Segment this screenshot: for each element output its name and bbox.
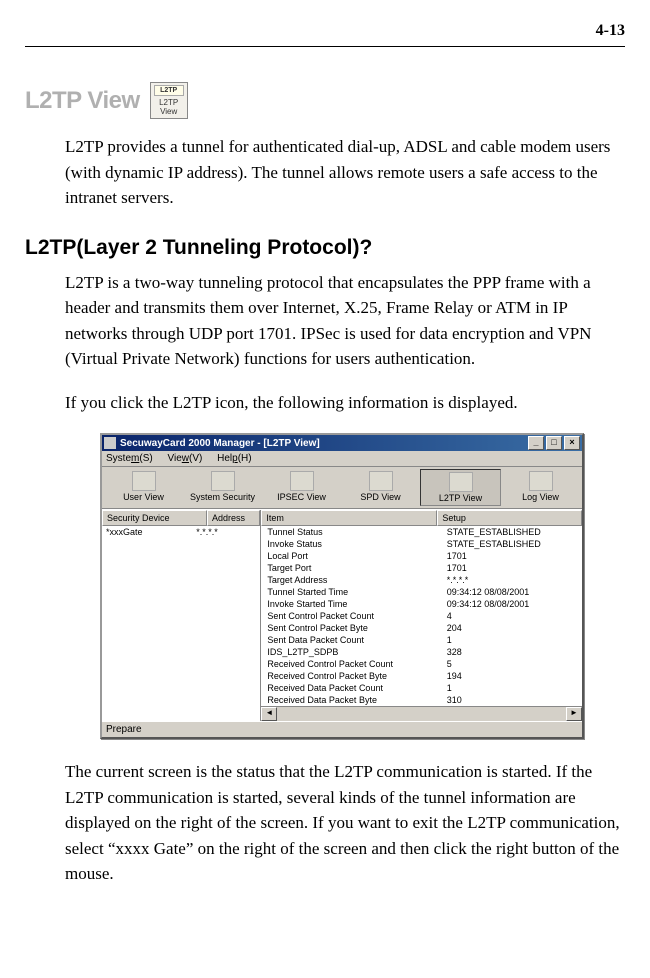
menu-bar: System(S) View(V) Help(H): [102, 451, 582, 467]
toolbar: User View System Security IPSEC View SPD…: [102, 467, 582, 509]
list-header-setup[interactable]: Setup: [437, 510, 582, 526]
tree-panel: Security Device Address *xxxGate *.*.*.*: [102, 510, 261, 721]
heading-l2tp-view: L2TP View: [25, 87, 140, 115]
tool-ipsec-view[interactable]: IPSEC View: [262, 469, 341, 506]
maximize-button[interactable]: □: [546, 436, 562, 450]
tool-spd-view[interactable]: SPD View: [341, 469, 420, 506]
tool-log-view[interactable]: Log View: [501, 469, 580, 506]
tool-l2tp-view[interactable]: L2TP View: [420, 469, 501, 506]
tree-row[interactable]: *xxxGate *.*.*.*: [102, 526, 260, 538]
list-row[interactable]: Tunnel StatusSTATE_ESTABLISHED: [261, 526, 582, 538]
list-row[interactable]: Sent Control Packet Count4: [261, 610, 582, 622]
list-row[interactable]: Invoke Started Time09:34:12 08/08/2001: [261, 598, 582, 610]
close-button[interactable]: ×: [564, 436, 580, 450]
minimize-button[interactable]: _: [528, 436, 544, 450]
status-bar: Prepare: [102, 721, 582, 737]
list-row[interactable]: IDS_L2TP_SDPB328: [261, 646, 582, 658]
list-row[interactable]: Target Address*.*.*.*: [261, 574, 582, 586]
list-row[interactable]: Received Control Packet Byte194: [261, 670, 582, 682]
l2tp-icon: [449, 472, 473, 492]
paragraph-click-icon: If you click the L2TP icon, the followin…: [65, 390, 625, 416]
tool-system-security[interactable]: System Security: [183, 469, 262, 506]
list-row[interactable]: Received Data Packet Count1: [261, 682, 582, 694]
list-row[interactable]: Invoke StatusSTATE_ESTABLISHED: [261, 538, 582, 550]
menu-help[interactable]: Help(H): [217, 453, 251, 464]
paragraph-current-screen: The current screen is the status that th…: [65, 759, 625, 887]
list-row[interactable]: Tunnel Started Time09:34:12 08/08/2001: [261, 586, 582, 598]
list-panel: Item Setup Tunnel StatusSTATE_ESTABLISHE…: [261, 510, 582, 721]
list-row[interactable]: Target Port1701: [261, 562, 582, 574]
tree-header-device[interactable]: Security Device: [102, 510, 207, 526]
list-row[interactable]: Sent Data Packet Count1: [261, 634, 582, 646]
window-titlebar[interactable]: SecuwayCard 2000 Manager - [L2TP View] _…: [102, 435, 582, 451]
window-title: SecuwayCard 2000 Manager - [L2TP View]: [120, 438, 320, 449]
page-number: 4-13: [25, 20, 625, 47]
paragraph-intro: L2TP provides a tunnel for authenticated…: [65, 134, 625, 211]
tree-header-address[interactable]: Address: [207, 510, 260, 526]
spd-icon: [369, 471, 393, 491]
security-icon: [211, 471, 235, 491]
list-row[interactable]: Received Data Packet Byte310: [261, 694, 582, 706]
ipsec-icon: [290, 471, 314, 491]
screenshot-l2tp-window: SecuwayCard 2000 Manager - [L2TP View] _…: [100, 433, 625, 739]
menu-view[interactable]: View(V): [167, 453, 202, 464]
tool-user-view[interactable]: User View: [104, 469, 183, 506]
user-icon: [132, 471, 156, 491]
list-row[interactable]: Local Port1701: [261, 550, 582, 562]
app-icon: [104, 437, 116, 449]
scroll-right-icon[interactable]: ►: [566, 707, 582, 721]
list-row[interactable]: Received Control Packet Count5: [261, 658, 582, 670]
list-row[interactable]: Sent Control Packet Byte204: [261, 622, 582, 634]
paragraph-protocol: L2TP is a two-way tunneling protocol tha…: [65, 270, 625, 372]
log-icon: [529, 471, 553, 491]
menu-system[interactable]: System(S): [106, 453, 153, 464]
heading-l2tp-protocol: L2TP(Layer 2 Tunneling Protocol)?: [25, 236, 625, 260]
horizontal-scrollbar[interactable]: ◄ ►: [261, 706, 582, 721]
scroll-left-icon[interactable]: ◄: [261, 707, 277, 721]
l2tp-view-icon: L2TP L2TP View: [150, 82, 188, 119]
list-header-item[interactable]: Item: [261, 510, 437, 526]
